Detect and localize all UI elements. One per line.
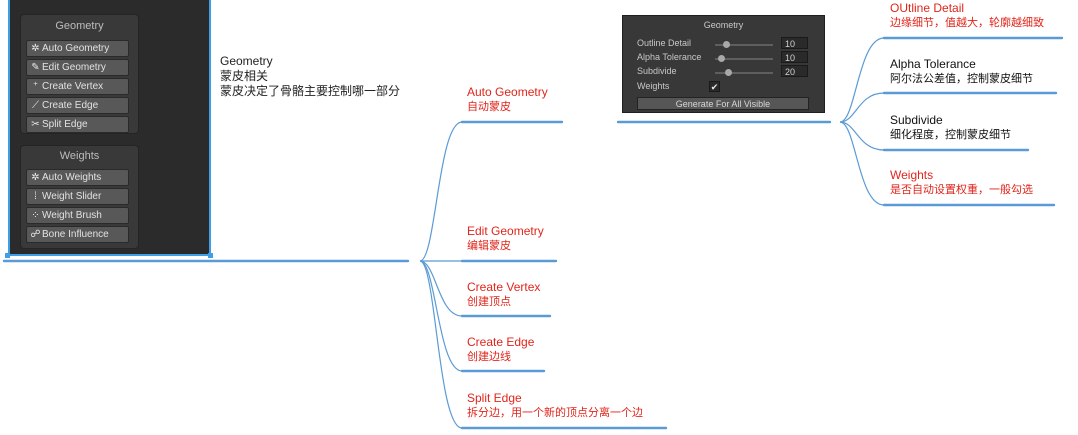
link-subdivide bbox=[839, 121, 885, 151]
child-weights-title: Weights bbox=[890, 168, 934, 182]
generate-for-all-visible-button[interactable]: Generate For All Visible bbox=[637, 97, 809, 110]
bone-influence-icon: ☍ bbox=[30, 229, 41, 240]
branch-split-edge-title: Split Edge bbox=[467, 391, 522, 405]
child-alpha-tolerance-title: Alpha Tolerance bbox=[890, 57, 976, 71]
subdivide-slider[interactable] bbox=[715, 69, 773, 76]
outline-detail-label: Outline Detail bbox=[637, 38, 692, 48]
split-edge-button-label: Split Edge bbox=[42, 119, 88, 130]
link-auto-geometry bbox=[419, 121, 463, 262]
weight-slider-icon: ⁞ bbox=[34, 191, 37, 202]
geometry-group-title: Geometry bbox=[55, 20, 104, 32]
alpha-tolerance-field[interactable]: 10 bbox=[781, 51, 808, 63]
alpha-tolerance-slider-knob[interactable] bbox=[717, 55, 725, 62]
branch-split-edge-desc: 拆分边，用一个新的顶点分离一个边 bbox=[467, 407, 643, 419]
branch-auto-geometry[interactable]: Auto Geometry 自动蒙皮 bbox=[467, 85, 548, 115]
outline-detail-slider[interactable] bbox=[715, 41, 773, 48]
link-create-edge bbox=[419, 260, 463, 372]
subdivide-slider-knob[interactable] bbox=[725, 69, 733, 76]
root-node-line2: 蒙皮决定了骨骼主要控制哪一部分 bbox=[220, 84, 401, 98]
child-outline-detail-desc: 边缘细节，值越大，轮廓越细致 bbox=[890, 17, 1044, 29]
outline-detail-field[interactable]: 10 bbox=[781, 37, 808, 49]
child-outline-detail-title: OUtline Detail bbox=[890, 1, 965, 15]
skinning-tool-panel: Geometry ✲ Auto Geometry ✎ Edit Geometry ⁺… bbox=[8, 0, 211, 256]
child-alpha-tolerance-desc: 阿尔法公差值，控制蒙皮细节 bbox=[890, 73, 1033, 85]
weights-label: Weights bbox=[637, 81, 670, 91]
branch-auto-geometry-title: Auto Geometry bbox=[467, 85, 548, 99]
weight-brush-button[interactable]: ⁘ Weight Brush bbox=[26, 207, 129, 224]
auto-weights-button-label: Auto Weights bbox=[42, 172, 102, 183]
child-subdivide-desc: 细化程度，控制蒙皮细节 bbox=[890, 129, 1011, 141]
branch-create-vertex-desc: 创建顶点 bbox=[467, 296, 511, 308]
split-edge-icon: ✂ bbox=[31, 119, 40, 130]
weights-group-title: Weights bbox=[59, 150, 100, 162]
edit-geometry-icon: ✎ bbox=[31, 62, 40, 73]
edit-geometry-button-label: Edit Geometry bbox=[42, 62, 106, 73]
weight-slider-button-label: Weight Slider bbox=[42, 191, 102, 202]
create-vertex-icon: ⁺ bbox=[32, 81, 39, 92]
create-edge-button-label: Create Edge bbox=[42, 100, 99, 111]
weight-brush-button-label: Weight Brush bbox=[42, 210, 102, 221]
create-vertex-button[interactable]: ⁺ Create Vertex bbox=[26, 78, 129, 95]
branch-edit-geometry-title: Edit Geometry bbox=[467, 224, 544, 238]
root-node-line1: 蒙皮相关 bbox=[220, 69, 269, 83]
auto-weights-button[interactable]: ✲ Auto Weights bbox=[26, 169, 129, 186]
create-vertex-button-label: Create Vertex bbox=[42, 81, 104, 92]
link-split-edge bbox=[419, 260, 463, 429]
branch-create-vertex[interactable]: Create Vertex 创建顶点 bbox=[467, 280, 540, 310]
branch-create-edge-title: Create Edge bbox=[467, 335, 535, 349]
create-edge-button[interactable]: ⟋ Create Edge bbox=[26, 97, 129, 114]
branch-split-edge[interactable]: Split Edge 拆分边，用一个新的顶点分离一个边 bbox=[467, 391, 643, 421]
child-subdivide-title: Subdivide bbox=[890, 113, 943, 127]
weights-group: Weights ✲ Auto Weights ⁞ Weight Slider ⁘ We… bbox=[20, 145, 139, 249]
weight-brush-icon: ⁘ bbox=[31, 210, 40, 221]
selection-handle-right[interactable] bbox=[208, 253, 213, 258]
child-subdivide[interactable]: Subdivide 细化程度，控制蒙皮细节 bbox=[890, 113, 1011, 143]
branch-edit-geometry-desc: 编辑蒙皮 bbox=[467, 240, 511, 252]
selection-handle-left[interactable] bbox=[5, 253, 10, 258]
root-node[interactable]: Geometry 蒙皮相关 蒙皮决定了骨骼主要控制哪一部分 bbox=[220, 54, 400, 99]
child-weights-desc: 是否自动设置权重，一般勾选 bbox=[890, 184, 1033, 196]
auto-geometry-icon: ✲ bbox=[31, 43, 40, 54]
link-weights bbox=[839, 121, 885, 206]
link-outline-detail bbox=[839, 37, 885, 123]
child-weights[interactable]: Weights 是否自动设置权重，一般勾选 bbox=[890, 168, 1033, 198]
branch-create-edge-desc: 创建边线 bbox=[467, 351, 511, 363]
auto-geometry-button[interactable]: ✲ Auto Geometry bbox=[26, 40, 129, 57]
bone-influence-button-label: Bone Influence bbox=[42, 229, 109, 240]
subdivide-label: Subdivide bbox=[637, 66, 677, 76]
weight-slider-button[interactable]: ⁞ Weight Slider bbox=[26, 188, 129, 205]
outline-detail-slider-knob[interactable] bbox=[722, 41, 730, 48]
create-edge-icon: ⟋ bbox=[32, 100, 39, 111]
auto-geometry-button-label: Auto Geometry bbox=[42, 43, 110, 54]
weights-checkbox[interactable]: ✔ bbox=[709, 81, 720, 92]
branch-auto-geometry-desc: 自动蒙皮 bbox=[467, 101, 511, 113]
geometry-group: Geometry ✲ Auto Geometry ✎ Edit Geometry ⁺… bbox=[20, 14, 139, 134]
branch-create-edge[interactable]: Create Edge 创建边线 bbox=[467, 335, 534, 365]
child-outline-detail[interactable]: OUtline Detail 边缘细节，值越大，轮廓越细致 bbox=[890, 1, 1044, 31]
child-alpha-tolerance[interactable]: Alpha Tolerance 阿尔法公差值，控制蒙皮细节 bbox=[890, 57, 1033, 87]
split-edge-button[interactable]: ✂ Split Edge bbox=[26, 116, 129, 133]
edit-geometry-button[interactable]: ✎ Edit Geometry bbox=[26, 59, 129, 76]
subdivide-field[interactable]: 20 bbox=[781, 65, 808, 77]
auto-weights-icon: ✲ bbox=[31, 172, 40, 183]
root-node-title: Geometry bbox=[220, 54, 273, 68]
settings-panel-title: Geometry bbox=[703, 20, 744, 30]
branch-edit-geometry[interactable]: Edit Geometry 编辑蒙皮 bbox=[467, 224, 544, 254]
link-alpha-tolerance bbox=[839, 92, 885, 123]
bone-influence-button[interactable]: ☍Bone Influence bbox=[26, 226, 129, 243]
auto-geometry-settings-panel: Geometry Outline Detail 10 Alpha Toleran… bbox=[622, 15, 825, 113]
branch-create-vertex-title: Create Vertex bbox=[467, 280, 541, 294]
alpha-tolerance-slider[interactable] bbox=[715, 55, 773, 62]
alpha-tolerance-label: Alpha Tolerance bbox=[637, 52, 702, 62]
